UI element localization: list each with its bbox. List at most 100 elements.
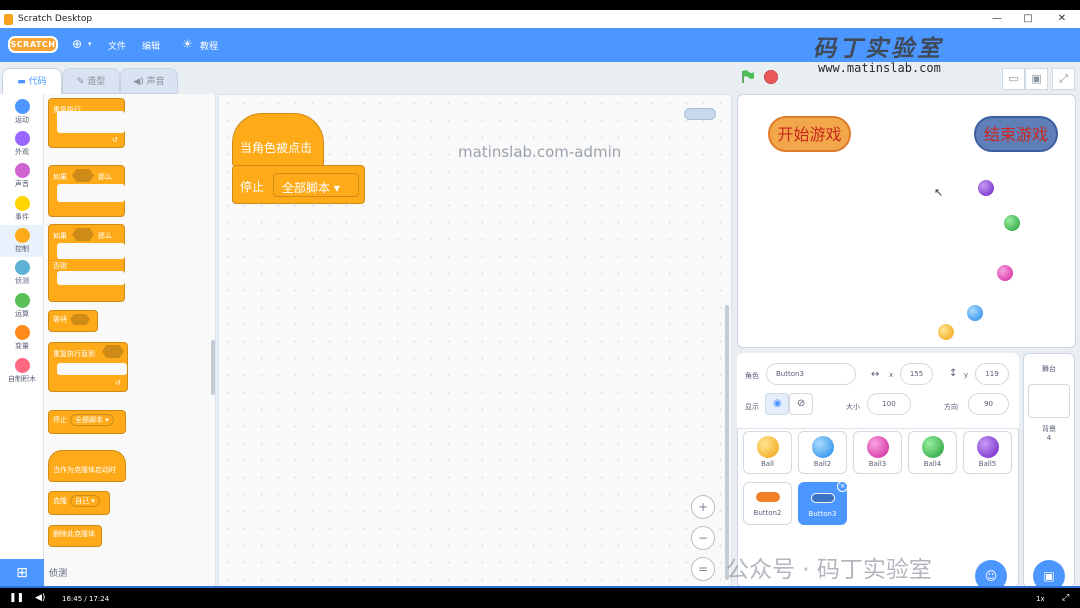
sprite-name: Button2 xyxy=(753,509,782,517)
sprite-thumb-ball4[interactable]: Ball4 xyxy=(908,431,957,474)
ball-purple[interactable] xyxy=(978,180,994,196)
delete-sprite-icon[interactable]: × xyxy=(837,481,848,492)
category-operators[interactable]: 运算 xyxy=(0,290,44,322)
pause-icon[interactable]: ❚❚ xyxy=(9,593,24,603)
sprite-thumb-ball3[interactable]: Ball3 xyxy=(853,431,902,474)
scratch-logo[interactable]: SCRATCH xyxy=(8,36,58,53)
tab-code[interactable]: ▬ 代码 xyxy=(2,68,62,94)
loop-arrow-icon: ↺ xyxy=(112,136,118,144)
tutorials-menu[interactable]: 教程 xyxy=(200,39,218,52)
sprite-thumb-ball5[interactable]: Ball5 xyxy=(963,431,1012,474)
add-extension-button[interactable]: ⊞ xyxy=(0,559,44,588)
workspace-scrollbar[interactable] xyxy=(725,305,729,580)
mouse-cursor: ↖ xyxy=(934,186,944,199)
url-watermark: www.matinslab.com xyxy=(818,61,941,75)
small-stage-button[interactable]: ▭ xyxy=(1002,68,1025,90)
clone-option-dropdown[interactable]: 自己 ▾ xyxy=(70,495,100,507)
block-delete-clone[interactable]: 删除此克隆体 xyxy=(48,525,102,547)
green-flag-icon[interactable] xyxy=(741,70,755,84)
title-bar: Scratch Desktop — □ ✕ xyxy=(0,10,1080,28)
backpack-button[interactable]: ▣ xyxy=(1033,560,1065,588)
category-my-blocks[interactable]: 自制积木 xyxy=(0,355,44,387)
sprite-thumb-ball2[interactable]: Ball2 xyxy=(798,431,847,474)
tab-sounds[interactable]: ◀) 声音 xyxy=(120,68,178,94)
edit-menu[interactable]: 编辑 xyxy=(142,39,160,52)
sprite-name-input[interactable]: Button3 xyxy=(766,363,856,385)
volume-icon[interactable]: ◀) xyxy=(35,593,45,603)
y-arrows-icon: ↕ xyxy=(949,368,958,379)
then-label: 那么 xyxy=(98,173,112,181)
tab-costumes[interactable]: ✎ 造型 xyxy=(62,68,120,94)
zoom-out-button[interactable]: − xyxy=(691,526,715,550)
zoom-reset-icon: = xyxy=(697,562,709,576)
direction-input[interactable]: 90 xyxy=(968,393,1009,415)
category-control[interactable]: 控制 xyxy=(0,225,44,257)
file-menu[interactable]: 文件 xyxy=(108,39,126,52)
category-looks[interactable]: 外观 xyxy=(0,128,44,160)
when-sprite-clicked-block[interactable]: 当角色被点击 xyxy=(232,113,324,167)
block-when-clone-starts[interactable]: 当作为克隆体启动时 xyxy=(48,450,126,482)
category-motion[interactable]: 运动 xyxy=(0,96,44,128)
app-icon xyxy=(4,13,13,25)
block-wait-until[interactable]: 等待 xyxy=(48,310,98,332)
button-icon xyxy=(755,492,780,502)
workspace-toggle[interactable] xyxy=(684,108,716,120)
sprite-thumb-button2[interactable]: Button2 xyxy=(743,482,792,525)
stop-option-value: 全部脚本 xyxy=(282,181,331,195)
globe-icon[interactable]: ⊕ xyxy=(72,37,82,51)
ball-green[interactable] xyxy=(1004,215,1020,231)
category-variables[interactable]: 变量 xyxy=(0,322,44,354)
block-create-clone[interactable]: 克隆 自己 ▾ xyxy=(48,491,110,515)
sprite-label: 角色 xyxy=(745,372,759,380)
block-stop[interactable]: 停止 全部脚本 ▾ xyxy=(48,410,126,434)
assistant-button[interactable]: ☺ xyxy=(975,560,1007,588)
x-input[interactable]: 155 xyxy=(900,363,933,385)
palette-scrollbar[interactable] xyxy=(211,340,215,395)
fullscreen-icon[interactable]: ⤢ xyxy=(1062,593,1069,603)
stage-thumbnail[interactable] xyxy=(1028,384,1070,418)
loop-arrow-icon: ↺ xyxy=(115,379,121,387)
ball-pink[interactable] xyxy=(997,265,1013,281)
sprite-thumb-button3[interactable]: Button3 × xyxy=(798,481,848,525)
y-input[interactable]: 119 xyxy=(975,363,1009,385)
eye-icon: ◉ xyxy=(773,398,782,409)
sprite-thumb-ball[interactable]: Ball xyxy=(743,431,792,474)
start-game-sprite[interactable]: 开始游戏 xyxy=(768,116,851,152)
fullscreen-button[interactable]: ⤢ xyxy=(1052,68,1075,90)
end-game-sprite[interactable]: 结束游戏 xyxy=(974,116,1058,152)
chevron-down-icon[interactable]: ▾ xyxy=(88,40,92,48)
category-sensing[interactable]: 侦测 xyxy=(0,257,44,289)
scratch-app: Scratch Desktop — □ ✕ SCRATCH ⊕ ▾ 文件 编辑 … xyxy=(0,10,1080,588)
close-button[interactable]: ✕ xyxy=(1055,12,1069,26)
hat-label: 当角色被点击 xyxy=(240,141,313,155)
stage-selector[interactable]: 舞台 背景 4 xyxy=(1023,353,1075,588)
condition-slot[interactable] xyxy=(70,314,90,325)
maximize-button[interactable]: □ xyxy=(1021,12,1035,26)
show-visible-button[interactable]: ◉ xyxy=(765,393,789,415)
category-events[interactable]: 事件 xyxy=(0,193,44,225)
playback-speed[interactable]: 1x xyxy=(1036,595,1045,603)
condition-slot[interactable] xyxy=(102,345,124,358)
large-stage-button[interactable]: ▣ xyxy=(1025,68,1048,90)
ball-blue[interactable] xyxy=(967,305,983,321)
stop-sign-icon[interactable] xyxy=(764,70,778,84)
stop-option-dropdown[interactable]: 全部脚本 ▾ xyxy=(70,414,114,426)
chevron-down-icon: ▾ xyxy=(333,181,340,195)
zoom-reset-button[interactable]: = xyxy=(691,557,715,581)
eye-slash-icon: ⊘ xyxy=(797,398,806,409)
size-input[interactable]: 100 xyxy=(867,393,911,415)
button-icon xyxy=(810,493,835,503)
category-sound[interactable]: 声音 xyxy=(0,160,44,192)
ball-yellow[interactable] xyxy=(938,324,954,340)
condition-slot[interactable] xyxy=(72,169,94,182)
if-label: 如果 xyxy=(53,173,67,181)
minimize-button[interactable]: — xyxy=(990,12,1004,26)
lightbulb-icon[interactable]: ☀ xyxy=(182,37,193,51)
delete-clone-label: 删除此克隆体 xyxy=(53,530,95,538)
show-label: 显示 xyxy=(745,403,759,411)
stop-block[interactable]: 停止 全部脚本 ▾ xyxy=(232,165,365,204)
stop-option-dropdown[interactable]: 全部脚本 ▾ xyxy=(273,173,359,197)
zoom-in-button[interactable]: + xyxy=(691,495,715,519)
show-hidden-button[interactable]: ⊘ xyxy=(789,393,813,415)
condition-slot[interactable] xyxy=(72,228,94,241)
